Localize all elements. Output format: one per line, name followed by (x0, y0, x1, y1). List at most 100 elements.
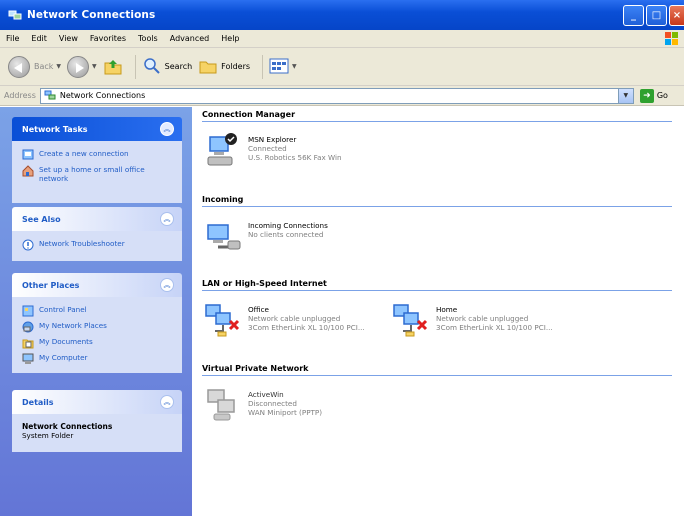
details-type: System Folder (22, 431, 74, 440)
menu-favorites[interactable]: Favorites (90, 34, 126, 43)
connection-status: Connected (248, 144, 287, 153)
toolbar-separator (134, 54, 136, 79)
minimize-button[interactable]: _ (623, 5, 644, 26)
setup-home-network-link[interactable]: Set up a home or small office network (22, 165, 174, 183)
connection-name: ActiveWin (248, 390, 284, 399)
address-input[interactable]: Network Connections ▼ (39, 87, 634, 104)
menu-advanced[interactable]: Advanced (170, 34, 210, 43)
incoming-connection-icon (204, 217, 242, 255)
go-arrow-icon: ➜ (639, 88, 654, 103)
my-computer-icon (22, 353, 34, 365)
connection-name: MSN Explorer (248, 135, 297, 144)
connection-incoming[interactable]: Incoming Connections No clients connecte… (204, 217, 328, 255)
connection-device: U.S. Robotics 56K Fax Win (248, 153, 342, 162)
chevron-down-icon: ▼ (56, 63, 62, 70)
views-button[interactable]: ▼ (269, 57, 297, 77)
new-connection-icon (22, 149, 34, 161)
connection-name: Home (436, 305, 458, 314)
maximize-button[interactable]: □ (646, 5, 667, 26)
other-places-title: Other Places (22, 280, 80, 290)
connection-msn-explorer[interactable]: MSN Explorer Connected U.S. Robotics 56K… (204, 131, 342, 169)
troubleshooter-icon (22, 239, 34, 251)
up-folder-button[interactable] (103, 56, 123, 78)
see-also-header[interactable]: See Also ︽ (12, 207, 182, 231)
connection-status: No clients connected (248, 230, 324, 239)
details-header[interactable]: Details ︽ (12, 390, 182, 414)
collapse-chevron-icon[interactable]: ︽ (160, 278, 174, 292)
control-panel-icon (22, 305, 34, 317)
folders-button[interactable]: Folders (198, 56, 250, 78)
connection-activewin[interactable]: ActiveWin Disconnected WAN Miniport (PPT… (204, 386, 322, 424)
network-tasks-panel: Network Tasks ︽ Create a new connection … (12, 117, 182, 203)
address-bar: Address Network Connections ▼ ➜ Go (0, 86, 684, 106)
close-icon: × (672, 10, 682, 21)
connection-name: Incoming Connections (248, 221, 328, 230)
details-panel: Details ︽ Network Connections System Fol… (12, 390, 182, 452)
control-panel-link[interactable]: Control Panel (22, 305, 174, 317)
close-button[interactable]: × (669, 5, 684, 26)
go-button[interactable]: ➜ Go (639, 88, 668, 103)
vpn-disconnected-icon (204, 386, 242, 424)
title-bar: Network Connections _ □ × (0, 0, 684, 30)
go-label: Go (656, 91, 668, 100)
my-computer-link[interactable]: My Computer (22, 353, 174, 365)
home-network-icon (22, 165, 34, 177)
back-arrow-icon (8, 55, 30, 78)
window-title: Network Connections (27, 9, 156, 21)
task-pane: Network Tasks ︽ Create a new connection … (0, 107, 192, 516)
group-lan: LAN or High-Speed Internet (202, 279, 672, 291)
back-label: Back (34, 62, 54, 71)
connection-name: Office (248, 305, 269, 314)
connection-device: 3Com EtherLink XL 10/100 PCI... (248, 323, 365, 332)
see-also-panel: See Also ︽ Network Troubleshooter (12, 207, 182, 261)
menu-tools[interactable]: Tools (138, 34, 158, 43)
other-places-panel: Other Places ︽ Control Panel My Network … (12, 273, 182, 373)
collapse-chevron-icon[interactable]: ︽ (160, 122, 174, 136)
create-connection-link[interactable]: Create a new connection (22, 149, 174, 161)
menu-bar: File Edit View Favorites Tools Advanced … (0, 30, 684, 48)
my-documents-label: My Documents (39, 337, 93, 346)
connection-device: WAN Miniport (PPTP) (248, 408, 323, 417)
group-incoming: Incoming (202, 195, 672, 207)
forward-button[interactable]: ▼ (67, 55, 97, 78)
connections-view: Connection Manager MSN Explorer Connecte… (192, 107, 684, 516)
back-button[interactable]: Back ▼ (8, 55, 62, 78)
dialup-connected-icon (204, 131, 242, 169)
collapse-chevron-icon[interactable]: ︽ (160, 212, 174, 226)
menu-file[interactable]: File (6, 34, 19, 43)
network-troubleshooter-link[interactable]: Network Troubleshooter (22, 239, 174, 251)
connection-status: Network cable unplugged (248, 314, 341, 323)
connection-status: Disconnected (248, 399, 297, 408)
details-name: Network Connections (22, 422, 113, 431)
forward-arrow-icon (67, 55, 90, 78)
setup-home-network-label: Set up a home or small office network (39, 165, 145, 183)
lan-unplugged-icon (392, 301, 430, 339)
connection-office[interactable]: Office Network cable unplugged 3Com Ethe… (204, 301, 365, 339)
details-title: Details (22, 397, 54, 407)
my-computer-label: My Computer (39, 353, 88, 362)
network-connections-icon (8, 8, 22, 22)
my-documents-link[interactable]: My Documents (22, 337, 174, 349)
other-places-header[interactable]: Other Places ︽ (12, 273, 182, 297)
network-tasks-header[interactable]: Network Tasks ︽ (12, 117, 182, 141)
address-dropdown-icon[interactable]: ▼ (617, 88, 633, 103)
menu-help[interactable]: Help (221, 34, 239, 43)
toolbar: Back ▼ ▼ Search Folders ▼ (0, 48, 684, 86)
chevron-down-icon: ▼ (92, 63, 97, 70)
address-value: Network Connections (59, 91, 146, 100)
connection-home[interactable]: Home Network cable unplugged 3Com EtherL… (392, 301, 553, 339)
my-documents-icon (22, 337, 34, 349)
minimize-icon: _ (631, 10, 636, 21)
lan-unplugged-icon (204, 301, 242, 339)
search-label: Search (164, 62, 193, 71)
connection-status: Network cable unplugged (436, 314, 529, 323)
maximize-icon: □ (651, 10, 662, 21)
folders-icon (198, 56, 218, 78)
collapse-chevron-icon[interactable]: ︽ (160, 395, 174, 409)
my-network-places-link[interactable]: My Network Places (22, 321, 174, 333)
create-connection-label: Create a new connection (39, 149, 129, 158)
search-button[interactable]: Search (142, 56, 192, 78)
menu-view[interactable]: View (59, 34, 78, 43)
up-folder-icon (103, 56, 123, 78)
menu-edit[interactable]: Edit (31, 34, 47, 43)
